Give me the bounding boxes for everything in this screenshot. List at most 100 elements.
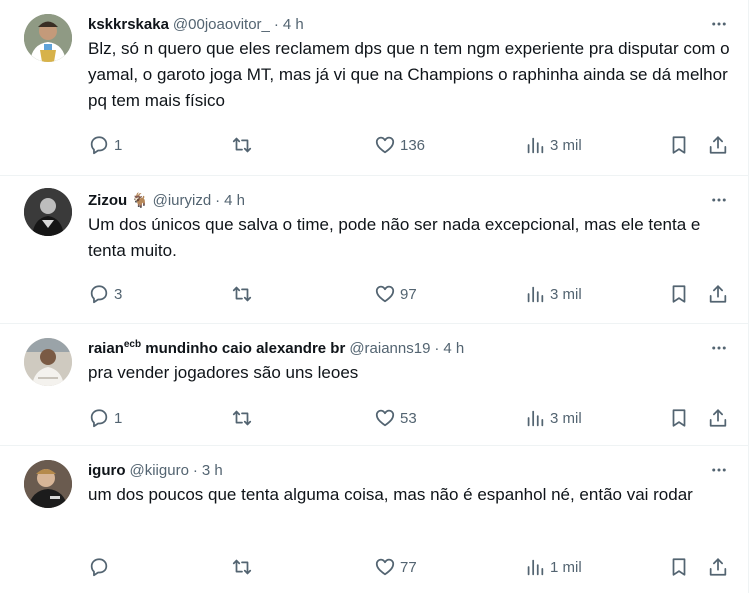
more-dots-icon[interactable] [707, 460, 731, 480]
bookmark-button[interactable] [668, 555, 690, 579]
username[interactable]: @00joaovitor_ [173, 16, 270, 33]
reply-icon [90, 285, 108, 304]
heart-icon [375, 285, 395, 303]
like-button[interactable]: 53 [374, 406, 417, 430]
tweet[interactable]: kskkrskaka @00joaovitor_ · 4 h Blz, só n… [0, 0, 749, 176]
username[interactable]: @raianns19 [349, 340, 430, 357]
avatar[interactable] [24, 14, 72, 62]
tweet-text: um dos poucos que tenta alguma coisa, ma… [88, 485, 693, 504]
more-dots-icon[interactable] [707, 190, 731, 210]
views-button[interactable]: 1 mil [524, 555, 582, 579]
heart-icon [375, 409, 395, 427]
retweet-button[interactable] [231, 133, 257, 157]
more-dots-icon[interactable] [707, 338, 731, 358]
views-icon [527, 286, 544, 303]
like-count: 97 [400, 285, 417, 303]
views-icon [527, 137, 544, 154]
display-name[interactable]: iguro [88, 462, 126, 479]
share-button[interactable] [707, 133, 729, 157]
separator-dot: · [215, 191, 221, 209]
username[interactable]: @kiiguro [130, 462, 189, 479]
bookmark-button[interactable] [668, 406, 690, 430]
reply-icon [90, 409, 108, 428]
tweet-text: Blz, só n quero que eles reclamem dps qu… [88, 39, 730, 110]
retweet-button[interactable] [231, 555, 257, 579]
bookmark-button[interactable] [668, 133, 690, 157]
like-button[interactable]: 77 [374, 555, 417, 579]
display-name[interactable]: kskkrskaka [88, 16, 169, 33]
heart-icon [375, 136, 395, 154]
reply-icon [90, 558, 108, 577]
tweet-header: kskkrskaka @00joaovitor_ · 4 h [88, 14, 731, 34]
retweet-icon [232, 286, 252, 302]
retweet-button[interactable] [231, 282, 257, 306]
avatar[interactable] [24, 338, 72, 386]
separator-dot: · [434, 339, 440, 357]
share-icon [709, 409, 727, 427]
bookmark-icon [672, 136, 686, 154]
bookmark-icon [672, 285, 686, 303]
like-button[interactable]: 97 [374, 282, 417, 306]
like-count: 136 [400, 136, 426, 154]
display-name[interactable]: raianecb mundinho caio alexandre br [88, 339, 345, 357]
tweet-header: raianecb mundinho caio alexandre br @rai… [88, 338, 731, 358]
reply-button[interactable] [88, 555, 114, 579]
goat-emoji: 🐐 [131, 191, 149, 208]
reply-button[interactable]: 3 [88, 282, 122, 306]
share-button[interactable] [707, 282, 729, 306]
action-bar: 1 136 3 mil [88, 133, 731, 157]
display-name-main: raian [88, 340, 124, 357]
like-button[interactable]: 136 [374, 133, 425, 157]
username[interactable]: @iuryizd [153, 192, 212, 209]
share-icon [709, 136, 727, 154]
share-icon [709, 558, 727, 576]
reply-button[interactable]: 1 [88, 406, 122, 430]
action-bar: 77 1 mil [88, 555, 731, 579]
reply-icon [90, 136, 108, 155]
retweet-icon [232, 410, 252, 426]
display-name-rest: mundinho caio alexandre br [141, 340, 346, 357]
views-count: 3 mil [550, 285, 582, 303]
retweet-icon [232, 559, 252, 575]
views-icon [527, 410, 544, 427]
share-icon [709, 285, 727, 303]
reply-count: 1 [114, 409, 123, 427]
bookmark-icon [672, 409, 686, 427]
retweet-button[interactable] [231, 406, 257, 430]
views-button[interactable]: 3 mil [524, 282, 582, 306]
timestamp[interactable]: 4 h [283, 16, 304, 33]
share-button[interactable] [707, 555, 729, 579]
avatar[interactable] [24, 460, 72, 508]
tweet-header: Zizou 🐐 @iuryizd · 4 h [88, 190, 731, 210]
tweet-header: iguro @kiiguro · 3 h [88, 460, 731, 480]
tweet-text: Um dos únicos que salva o time, pode não… [88, 215, 701, 260]
separator-dot: · [192, 461, 198, 479]
more-dots-icon[interactable] [707, 14, 731, 34]
reply-count: 1 [114, 136, 123, 154]
like-count: 77 [400, 558, 417, 576]
retweet-icon [232, 137, 252, 153]
reply-count: 3 [114, 285, 123, 303]
display-name[interactable]: Zizou [88, 192, 127, 209]
avatar[interactable] [24, 188, 72, 236]
views-button[interactable]: 3 mil [524, 133, 582, 157]
share-button[interactable] [707, 406, 729, 430]
replies-feed: kskkrskaka @00joaovitor_ · 4 h Blz, só n… [0, 0, 749, 593]
reply-button[interactable]: 1 [88, 133, 122, 157]
timestamp[interactable]: 4 h [443, 340, 464, 357]
views-count: 1 mil [550, 558, 582, 576]
separator-dot: · [273, 15, 279, 33]
bookmark-button[interactable] [668, 282, 690, 306]
action-bar: 1 53 3 mil [88, 406, 731, 430]
bookmark-icon [672, 558, 686, 576]
views-button[interactable]: 3 mil [524, 406, 582, 430]
views-count: 3 mil [550, 409, 582, 427]
display-name-superscript: ecb [123, 339, 142, 350]
views-count: 3 mil [550, 136, 582, 154]
tweet[interactable]: Zizou 🐐 @iuryizd · 4 h Um dos únicos que… [0, 176, 749, 324]
timestamp[interactable]: 4 h [224, 192, 245, 209]
tweet[interactable]: raianecb mundinho caio alexandre br @rai… [0, 324, 749, 446]
tweet-text: pra vender jogadores são uns leoes [88, 363, 359, 382]
tweet[interactable]: iguro @kiiguro · 3 h um dos poucos que t… [0, 446, 749, 593]
timestamp[interactable]: 3 h [202, 462, 223, 479]
